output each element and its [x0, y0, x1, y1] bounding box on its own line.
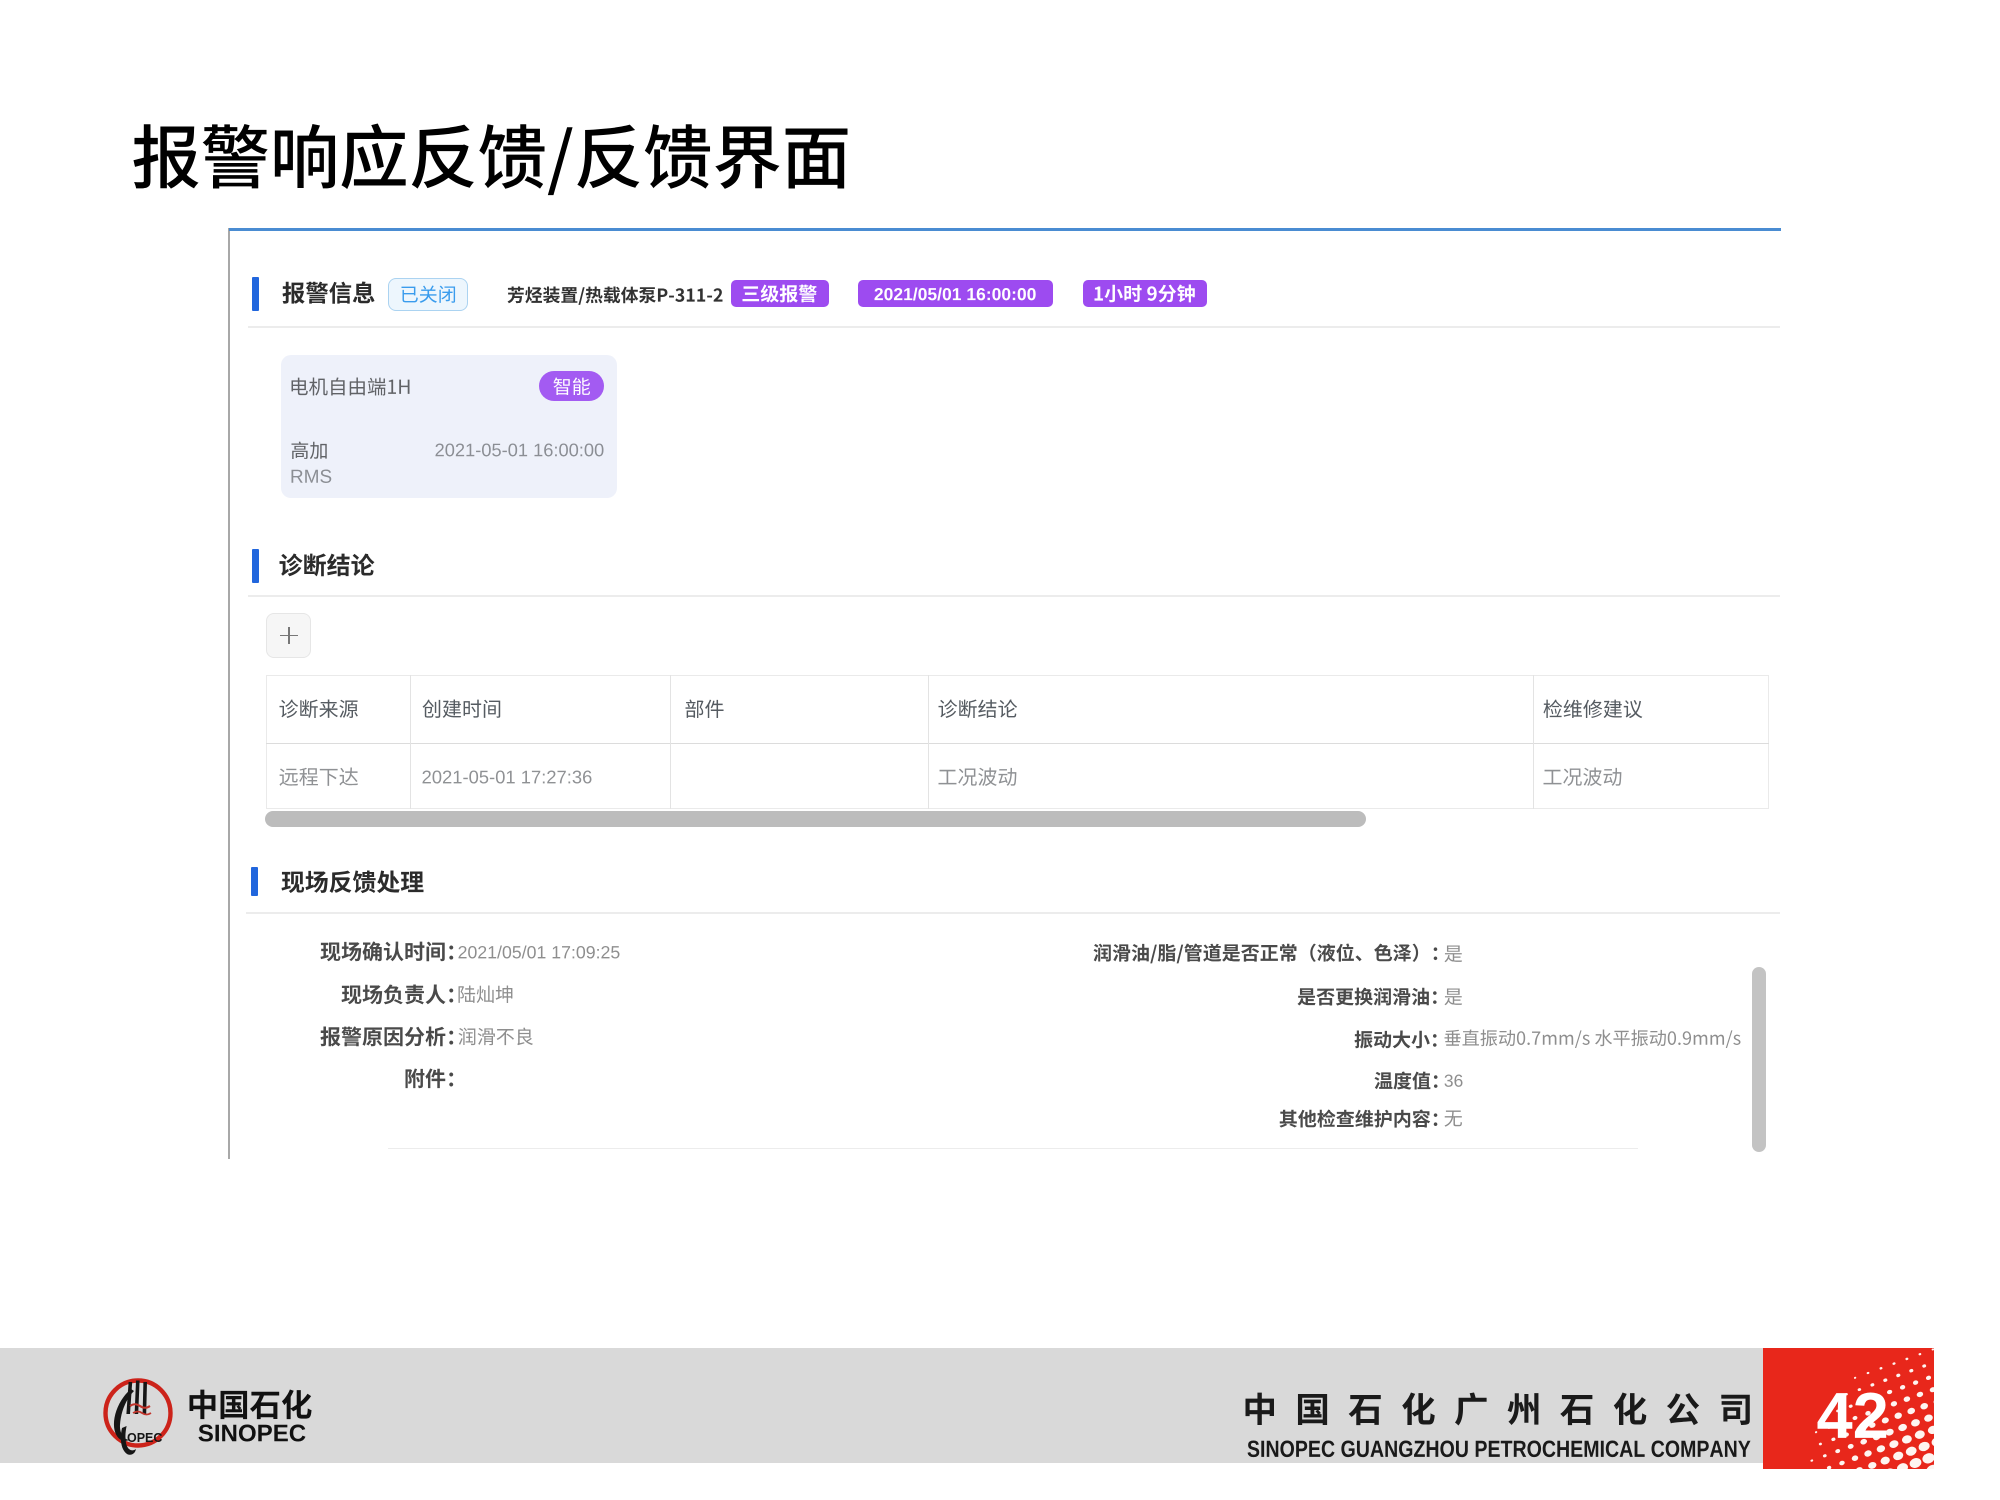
svg-text:OPEC: OPEC	[127, 1431, 162, 1445]
